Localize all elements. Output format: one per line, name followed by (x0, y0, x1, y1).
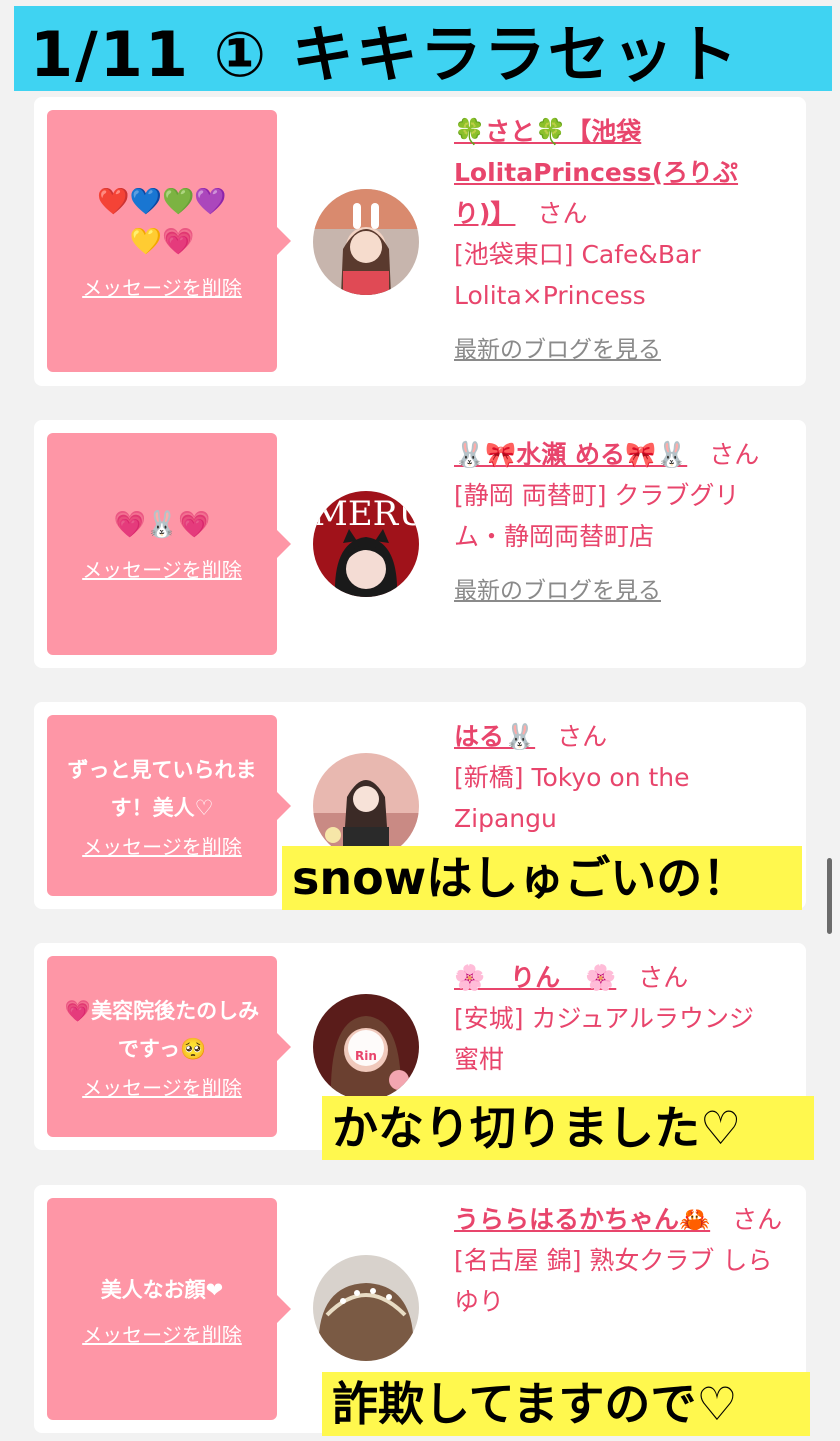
message-text: 💗美容院後たのしみですっ🥺 (64, 999, 260, 1061)
delete-message-link[interactable]: メッセージを削除 (82, 1072, 242, 1101)
message-bubble: 美人なお顔❤ メッセージを削除 (47, 1198, 291, 1420)
shop-text: [名古屋 錦] 熟女クラブ しらゆり (454, 1246, 773, 1316)
avatar[interactable] (313, 1255, 419, 1361)
cast-name: うららはるかちゃん🦀 さん (454, 1199, 784, 1240)
banner-title: 1/11 ① キキララセット (30, 17, 740, 91)
honorific: さん (537, 199, 588, 228)
latest-blog-link[interactable]: 最新のブログを見る (454, 571, 661, 605)
message-text: ❤️💙💚💜💛💗 (97, 186, 227, 257)
message-text: ずっと見ていられます！美人♡ (67, 758, 257, 820)
scrollbar[interactable] (827, 858, 832, 934)
message-text: 美人なお顔❤ (100, 1277, 224, 1302)
message-bubble: 💗🐰💗 メッセージを削除 (47, 433, 291, 655)
cast-name-link[interactable]: 🌸 りん 🌸 (454, 963, 616, 992)
delete-message-link[interactable]: メッセージを削除 (82, 272, 242, 301)
title-banner: 1/11 ① キキララセット (14, 6, 832, 91)
cast-name-link[interactable]: 🍀さと🍀【池袋LolitaPrincess(ろりぷり)】 (454, 117, 738, 228)
cast-name-link[interactable]: うららはるかちゃん🦀 (454, 1205, 710, 1234)
cast-name: 🍀さと🍀【池袋LolitaPrincess(ろりぷり)】 さん (454, 111, 784, 234)
avatar-text: MERU (313, 494, 419, 534)
message-card: 💗🐰💗 メッセージを削除 MERU 🐰🎀水瀬 める🎀🐰 さん [静岡 両替町] ク… (34, 420, 806, 668)
delete-message-link[interactable]: メッセージを削除 (82, 1319, 242, 1348)
cast-info: うららはるかちゃん🦀 さん [名古屋 錦] 熟女クラブ しらゆり (454, 1199, 784, 1322)
cast-info: はる🐰 さん [新橋] Tokyo on the Zipangu (454, 716, 784, 839)
honorific: さん (732, 1205, 783, 1234)
delete-message-link[interactable]: メッセージを削除 (82, 554, 242, 583)
shop-text: [池袋東口] Cafe&Bar Lolita×Princess (454, 240, 701, 310)
message-bubble: ❤️💙💚💜💛💗 メッセージを削除 (47, 110, 291, 372)
avatar[interactable]: MERU (313, 491, 419, 597)
message-text: 💗🐰💗 (113, 509, 211, 540)
cast-info: 🍀さと🍀【池袋LolitaPrincess(ろりぷり)】 さん [池袋東口] Ca… (454, 111, 784, 364)
cast-name-link[interactable]: 🐰🎀水瀬 める🎀🐰 (454, 440, 687, 469)
cast-name: 🌸 りん 🌸 さん (454, 957, 784, 998)
cast-info: 🐰🎀水瀬 める🎀🐰 さん [静岡 両替町] クラブグリム・静岡両替町店 最新のブロ… (454, 434, 784, 605)
avatar-text: Rin (355, 1049, 377, 1063)
avatar[interactable] (313, 189, 419, 295)
shop-text: [安城] カジュアルラウンジ 蜜柑 (454, 1004, 779, 1074)
honorific: さん (709, 440, 760, 469)
cast-name: はる🐰 さん (454, 716, 784, 757)
cast-info: 🌸 りん 🌸 さん [安城] カジュアルラウンジ 蜜柑 (454, 957, 784, 1080)
cast-name: 🐰🎀水瀬 める🎀🐰 さん (454, 434, 784, 475)
delete-message-link[interactable]: メッセージを削除 (82, 831, 242, 860)
honorific: さん (557, 722, 608, 751)
overlay-caption: snowはしゅごいの！ (282, 846, 802, 910)
latest-blog-link[interactable]: 最新のブログを見る (454, 330, 661, 364)
cast-name-link[interactable]: はる🐰 (454, 722, 535, 751)
shop-text: [新橋] Tokyo on the Zipangu (454, 763, 690, 833)
message-card: ❤️💙💚💜💛💗 メッセージを削除 🍀さと🍀【池袋LolitaPrincess(ろ… (34, 97, 806, 386)
avatar[interactable] (313, 753, 419, 859)
message-bubble: 💗美容院後たのしみですっ🥺 メッセージを削除 (47, 956, 291, 1137)
avatar[interactable]: Rin (313, 994, 419, 1100)
shop-text: [静岡 両替町] クラブグリム・静岡両替町店 (454, 481, 740, 551)
honorific: さん (638, 963, 689, 992)
overlay-caption: 詐欺してますので♡ (322, 1372, 810, 1436)
message-bubble: ずっと見ていられます！美人♡ メッセージを削除 (47, 715, 291, 896)
overlay-caption: かなり切りました♡ (322, 1096, 814, 1160)
